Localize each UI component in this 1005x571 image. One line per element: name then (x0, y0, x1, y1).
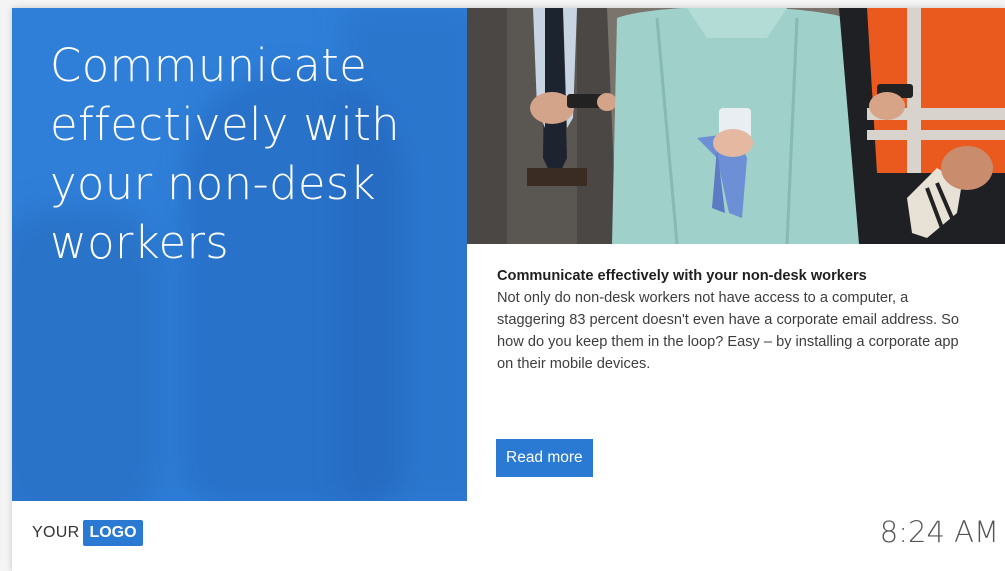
hero-title: Communicate effectively with your non-de… (50, 39, 400, 269)
article-body: Not only do non-desk workers not have ac… (497, 290, 959, 372)
footer: YOUR LOGO 8:24 AM (12, 501, 1005, 571)
read-more-button[interactable]: Read more (496, 439, 593, 477)
article: Communicate effectively with your non-de… (497, 265, 977, 375)
logo-text-your: YOUR (32, 524, 80, 541)
signage-screen: Communicate effectively with your non-de… (12, 8, 1005, 571)
logo-text-logo: LOGO (83, 520, 143, 546)
company-logo: YOUR LOGO (32, 520, 143, 546)
hero-panel: Communicate effectively with your non-de… (12, 8, 467, 501)
article-title: Communicate effectively with your non-de… (497, 268, 867, 284)
clock: 8:24 AM (879, 515, 999, 549)
workers-photo (467, 8, 1005, 244)
